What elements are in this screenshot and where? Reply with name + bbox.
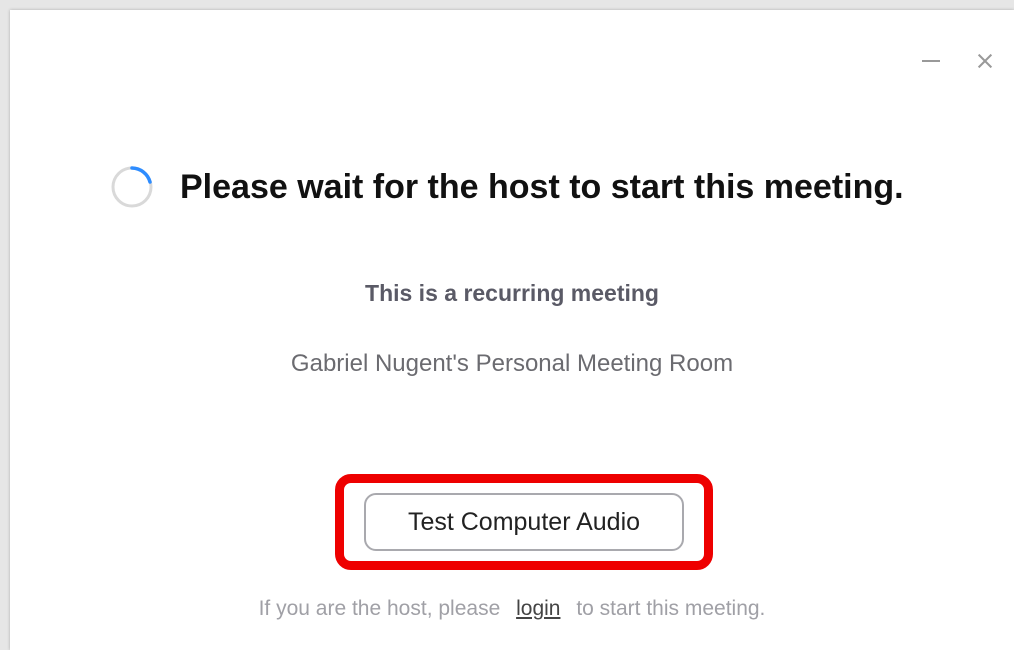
loading-spinner-icon [111, 166, 153, 208]
page-title: Please wait for the host to start this m… [180, 167, 904, 206]
test-computer-audio-button[interactable]: Test Computer Audio [364, 493, 684, 551]
minimize-icon [922, 60, 940, 62]
meeting-room-name: Gabriel Nugent's Personal Meeting Room [290, 350, 734, 377]
highlight-annotation: Test Computer Audio [335, 474, 713, 570]
host-login-hint: If you are the host, please login to sta… [10, 597, 1014, 621]
minimize-button[interactable] [916, 46, 946, 76]
footer-prefix: If you are the host, please [258, 597, 501, 620]
meeting-waiting-window: Please wait for the host to start this m… [10, 10, 1014, 650]
footer-suffix: to start this meeting. [576, 597, 766, 620]
close-icon [978, 54, 992, 68]
window-controls [916, 46, 1000, 76]
recurring-meeting-label: This is a recurring meeting [365, 280, 659, 306]
login-link[interactable]: login [516, 597, 560, 620]
close-button[interactable] [970, 46, 1000, 76]
waiting-header: Please wait for the host to start this m… [110, 165, 904, 209]
